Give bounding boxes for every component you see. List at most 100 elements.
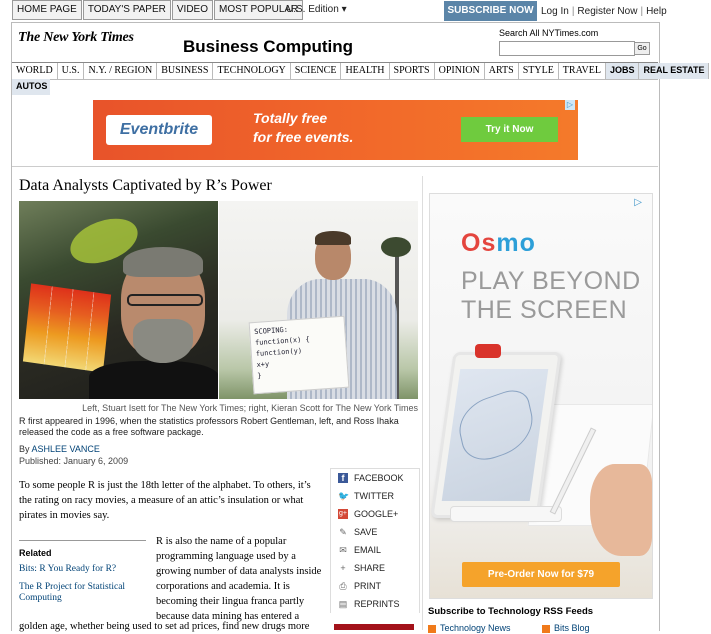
section-real-estate[interactable]: REAL ESTATE: [639, 63, 710, 79]
article-paragraph-2: R is also the name of a popular programm…: [156, 536, 322, 622]
section-jobs[interactable]: JOBS: [605, 63, 640, 79]
person-body: [89, 361, 218, 399]
article-photo-right: SCOPING: function(x) { function(y) x+y }: [219, 201, 418, 399]
section-autos[interactable]: AUTOS: [12, 79, 50, 95]
divider: [12, 166, 658, 167]
tool-label: PRINT: [354, 581, 381, 591]
section-travel[interactable]: TRAVEL: [559, 63, 606, 79]
register-link[interactable]: Register Now: [577, 6, 637, 17]
reprints-icon: ▤: [338, 599, 348, 609]
person-beard: [133, 319, 193, 363]
banner-copy: Totally free for free events.: [253, 109, 353, 147]
subscribe-button[interactable]: SUBSCRIBE NOW: [444, 1, 537, 21]
section-style[interactable]: STYLE: [519, 63, 559, 79]
sections-nav: WORLD U.S. N.Y. / REGION BUSINESS TECHNO…: [12, 62, 710, 80]
edition-selector[interactable]: U.S. Edition ▾: [286, 4, 347, 15]
top-nav: HOME PAGE TODAY'S PAPER VIDEO MOST POPUL…: [12, 0, 304, 20]
section-health[interactable]: HEALTH: [341, 63, 390, 79]
ad-tagline-2: THE SCREEN: [461, 296, 628, 324]
related-link-r-project[interactable]: The R Project for Statistical Computing: [19, 582, 146, 604]
twitter-icon: 🐦: [338, 491, 350, 501]
section-technology[interactable]: TECHNOLOGY: [213, 63, 291, 79]
published-date: Published: January 6, 2009: [19, 456, 129, 466]
google-plus-icon: g+: [338, 509, 348, 519]
section-us[interactable]: U.S.: [58, 63, 85, 79]
person-hair: [123, 247, 203, 277]
tool-print[interactable]: ⎙ PRINT: [331, 577, 419, 595]
code-sign: SCOPING: function(x) { function(y) x+y }: [248, 315, 350, 395]
tool-label: EMAIL: [354, 545, 382, 555]
author-link[interactable]: ASHLEE VANCE: [32, 444, 100, 454]
tool-email[interactable]: ✉ EMAIL: [331, 541, 419, 559]
section-sports[interactable]: SPORTS: [390, 63, 435, 79]
help-link[interactable]: Help: [646, 6, 667, 17]
banner-line-1: Totally free: [253, 110, 328, 126]
tool-reprints[interactable]: ▤ REPRINTS: [331, 595, 419, 613]
section-opinion[interactable]: OPINION: [435, 63, 485, 79]
search-go-button[interactable]: Go: [634, 42, 650, 55]
photo-credit: Left, Stuart Isett for The New York Time…: [82, 403, 418, 413]
edition-label: U.S. Edition: [286, 4, 339, 15]
projected-heatmap: [22, 283, 112, 373]
banner-line-2: for free events.: [253, 129, 354, 145]
person-glasses: [127, 294, 203, 306]
pre-order-button[interactable]: Pre-Order Now for $79: [462, 562, 620, 587]
eventbrite-banner-ad[interactable]: Eventbrite Totally free for free events.…: [93, 100, 578, 160]
save-icon: ✎: [339, 527, 347, 537]
nav-video[interactable]: VIDEO: [171, 0, 213, 20]
section-world[interactable]: WORLD: [12, 63, 58, 79]
byline: By ASHLEE VANCE: [19, 444, 100, 454]
article-headline: Data Analysts Captivated by R’s Power: [19, 177, 272, 194]
osmo-logo-part: mo: [496, 229, 536, 257]
section-science[interactable]: SCIENCE: [291, 63, 342, 79]
ipad-stand: [450, 506, 562, 522]
tool-google-plus[interactable]: g+ GOOGLE+: [331, 505, 419, 523]
section-business[interactable]: BUSINESS: [157, 63, 214, 79]
tool-share[interactable]: + SHARE: [331, 559, 419, 577]
print-icon: ⎙: [339, 581, 347, 591]
tool-label: SHARE: [354, 563, 386, 573]
adchoices-icon[interactable]: ▷: [634, 197, 642, 208]
rss-icon: [428, 624, 436, 633]
eventbrite-logo: Eventbrite: [106, 115, 212, 145]
osmo-side-ad[interactable]: ▷ Osmo PLAY BEYOND THE SCREEN Pre-Order …: [429, 193, 653, 599]
rss-feed-label: Bits Blog: [554, 623, 590, 633]
tool-label: SAVE: [354, 527, 378, 537]
osmo-logo-part: Os: [461, 229, 497, 257]
related-box: Related Bits: R You Ready for R? The R P…: [19, 540, 146, 604]
tool-save[interactable]: ✎ SAVE: [331, 523, 419, 541]
nav-todays-paper[interactable]: TODAY'S PAPER: [82, 0, 171, 20]
page-title: Business Computing: [183, 37, 354, 56]
adchoices-icon[interactable]: ▷: [565, 100, 575, 110]
article-tools: f FACEBOOK 🐦 TWITTER g+ GOOGLE+ ✎ SAVE ✉ EMAI…: [330, 468, 420, 613]
chevron-down-icon: ▾: [341, 4, 347, 15]
byline-prefix: By: [19, 444, 30, 454]
login-link[interactable]: Log In: [541, 6, 569, 17]
related-link-bits[interactable]: Bits: R You Ready for R?: [19, 564, 146, 575]
photo-caption: R first appeared in 1996, when the stati…: [19, 416, 399, 437]
article-photo-left: [19, 201, 218, 399]
nyt-logo[interactable]: The New York Times: [18, 30, 134, 46]
try-it-now-button[interactable]: Try it Now: [461, 117, 558, 142]
tool-twitter[interactable]: 🐦 TWITTER: [331, 487, 419, 505]
column-divider: [422, 176, 423, 630]
tool-facebook[interactable]: f FACEBOOK: [331, 469, 419, 487]
rss-icon: [542, 624, 550, 633]
nav-home-page[interactable]: HOME PAGE: [12, 0, 82, 20]
facebook-icon: f: [338, 473, 348, 483]
ad-thumbnail[interactable]: [334, 624, 414, 630]
rss-feed-label: Technology News: [440, 623, 511, 633]
section-arts[interactable]: ARTS: [485, 63, 519, 79]
palm-fronds: [381, 237, 411, 257]
tool-label: TWITTER: [354, 491, 394, 501]
search-input[interactable]: [499, 41, 635, 56]
tool-label: REPRINTS: [354, 599, 400, 609]
article-paragraph-1: To some people R is just the 18th letter…: [19, 480, 311, 521]
rss-feed-technology[interactable]: Technology News: [428, 623, 511, 633]
section-ny-region[interactable]: N.Y. / REGION: [84, 63, 158, 79]
rss-feed-bits[interactable]: Bits Blog: [542, 623, 590, 633]
hand-image: [590, 464, 652, 556]
person-hair: [315, 231, 351, 245]
account-links: Log In | Register Now | Help: [541, 6, 667, 17]
related-heading: Related: [19, 548, 52, 558]
